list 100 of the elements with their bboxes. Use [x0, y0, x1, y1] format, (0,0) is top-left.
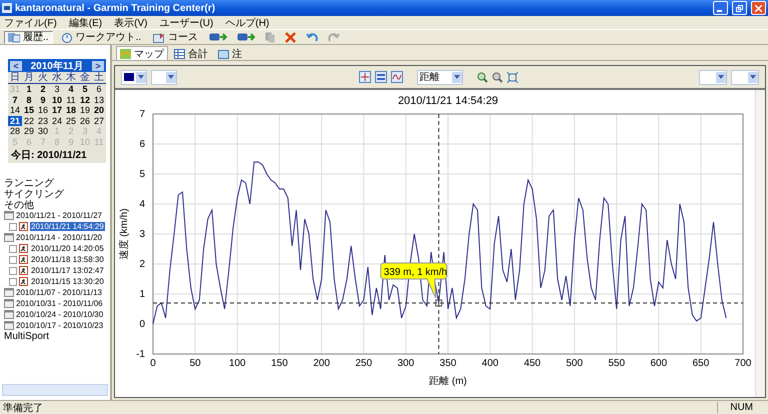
x-tick-label: 450: [524, 358, 541, 369]
horizontal-scrollbar[interactable]: [2, 384, 108, 396]
calendar-day[interactable]: 6: [92, 84, 106, 94]
calendar-day[interactable]: 15: [22, 105, 36, 116]
caret-icon: [454, 75, 460, 79]
y-tick-label: 2: [139, 259, 145, 270]
y-tick-label: 7: [139, 109, 145, 120]
zoom-in-icon[interactable]: [476, 72, 488, 82]
y-tick-label: 1: [139, 289, 145, 300]
caret-icon: [138, 75, 144, 79]
x-tick-label: 600: [650, 358, 668, 369]
calendar-day[interactable]: 18: [64, 105, 78, 116]
calendar-day[interactable]: 30: [36, 126, 50, 136]
axis-dropdown[interactable]: 距離: [416, 70, 462, 84]
menu-item[interactable]: ファイル(F): [4, 16, 57, 30]
tree-item[interactable]: 2010/11/17 13:02:47: [30, 266, 105, 275]
menu-item[interactable]: 編集(E): [68, 16, 102, 30]
calendar-day[interactable]: 10: [50, 94, 64, 105]
weekday-label: 月: [22, 72, 36, 84]
calendar-day[interactable]: 4: [64, 84, 78, 94]
close-button[interactable]: [751, 1, 766, 15]
crosshair-icon[interactable]: [358, 71, 370, 83]
calendar-day[interactable]: 20: [92, 105, 106, 116]
tree-item[interactable]: 2010/11/21 14:54:29: [30, 222, 105, 231]
vertical-scrollbar[interactable]: [755, 90, 765, 397]
tree-item[interactable]: MultiSport: [4, 331, 50, 342]
calendar-day[interactable]: 3: [50, 84, 64, 94]
delete-icon: [285, 32, 296, 42]
tree-item[interactable]: 2010/11/18 13:58:30: [30, 255, 105, 264]
tab[interactable]: マップ: [116, 46, 168, 60]
calendar-day[interactable]: 11: [64, 94, 78, 105]
tree-item[interactable]: 2010/11/21 - 2010/11/27: [16, 211, 102, 220]
y-tick-label: 5: [139, 169, 145, 180]
tree-item[interactable]: その他: [4, 198, 34, 212]
today-label[interactable]: 今日: 2010/11/21: [8, 147, 106, 163]
minimize-button[interactable]: [713, 1, 728, 15]
calendar-icon: [4, 288, 14, 297]
toolbar-button[interactable]: 履歴..: [4, 30, 53, 44]
calendar-day[interactable]: 7: [8, 94, 22, 105]
x-axis-label: 距離 (m): [429, 376, 467, 387]
tab[interactable]: 注: [214, 46, 246, 60]
weekday-label: 水: [50, 72, 64, 84]
menu-item[interactable]: ユーザー(U): [159, 16, 214, 30]
color-swatch-icon: [124, 73, 134, 81]
calendar-day[interactable]: 13: [92, 94, 106, 105]
grid-icon: [174, 48, 185, 58]
calendar-day[interactable]: 25: [64, 116, 78, 126]
dropdown[interactable]: [731, 70, 759, 84]
tab[interactable]: 合計: [170, 46, 212, 60]
bars-icon[interactable]: [374, 71, 386, 83]
calendar-day[interactable]: 28: [8, 126, 22, 136]
tree-item[interactable]: ランニング: [4, 176, 54, 190]
y-tick-label: 0: [139, 319, 145, 330]
calendar-day[interactable]: 9: [36, 94, 50, 105]
menu-item[interactable]: ヘルプ(H): [225, 16, 270, 30]
tree-item[interactable]: 2010/11/14 - 2010/11/20: [16, 233, 102, 242]
y-tick-label: 6: [139, 139, 145, 150]
calendar-day[interactable]: 1: [22, 84, 36, 94]
dropdown[interactable]: [699, 70, 727, 84]
calendar-day[interactable]: 19: [78, 105, 92, 116]
tree-item[interactable]: 2010/11/07 - 2010/11/13: [16, 288, 102, 297]
calendar-day[interactable]: 5: [78, 84, 92, 94]
tree-item[interactable]: 2010/10/31 - 2010/11/06: [16, 299, 103, 308]
prev-month-button[interactable]: <: [10, 60, 22, 70]
calendar-day[interactable]: 2: [36, 84, 50, 94]
calendar-day[interactable]: 8: [22, 94, 36, 105]
fit-icon[interactable]: [506, 72, 518, 82]
toolbar-button[interactable]: ワークアウト..: [56, 30, 146, 44]
restore-button[interactable]: [732, 1, 747, 15]
calendar-day[interactable]: 24: [50, 116, 64, 126]
calendar-day[interactable]: 26: [78, 116, 92, 126]
restore-icon: [736, 4, 743, 12]
tree-item[interactable]: 2010/11/20 14:20:05: [30, 244, 105, 253]
y-tick-label: 4: [139, 199, 145, 210]
tree-item[interactable]: サイクリング: [4, 186, 64, 200]
toolbar-button[interactable]: コース: [149, 30, 202, 44]
caret-icon: [718, 75, 724, 79]
calendar-icon: [4, 321, 14, 330]
calendar-title: 2010年11月: [30, 60, 84, 72]
calendar-day[interactable]: 29: [22, 126, 36, 136]
calendar-day[interactable]: 14: [8, 105, 22, 116]
expand-icon[interactable]: [9, 222, 17, 230]
zoom-out-icon[interactable]: [492, 72, 502, 82]
next-month-button[interactable]: >: [92, 60, 104, 70]
calendar-day[interactable]: 16: [36, 105, 50, 116]
dropdown[interactable]: [151, 70, 177, 84]
calendar-day[interactable]: 21: [8, 116, 22, 126]
tree-item[interactable]: 2010/10/17 - 2010/10/23: [16, 321, 104, 330]
x-tick-label: 250: [355, 358, 372, 369]
color-dropdown[interactable]: [121, 70, 147, 84]
menu-item[interactable]: 表示(V): [114, 16, 148, 30]
calendar-day[interactable]: 17: [50, 105, 64, 116]
calendar-day[interactable]: 12: [78, 94, 92, 105]
calendar-day[interactable]: 22: [22, 116, 36, 126]
tree-item[interactable]: 2010/11/15 13:30:20: [30, 277, 105, 286]
tree-item[interactable]: 2010/10/24 - 2010/10/30: [16, 310, 104, 319]
calendar-day[interactable]: 27: [92, 116, 106, 126]
wave-icon[interactable]: [390, 71, 402, 83]
calendar-day[interactable]: 23: [36, 116, 50, 126]
device-arrow-icon: [237, 32, 256, 42]
